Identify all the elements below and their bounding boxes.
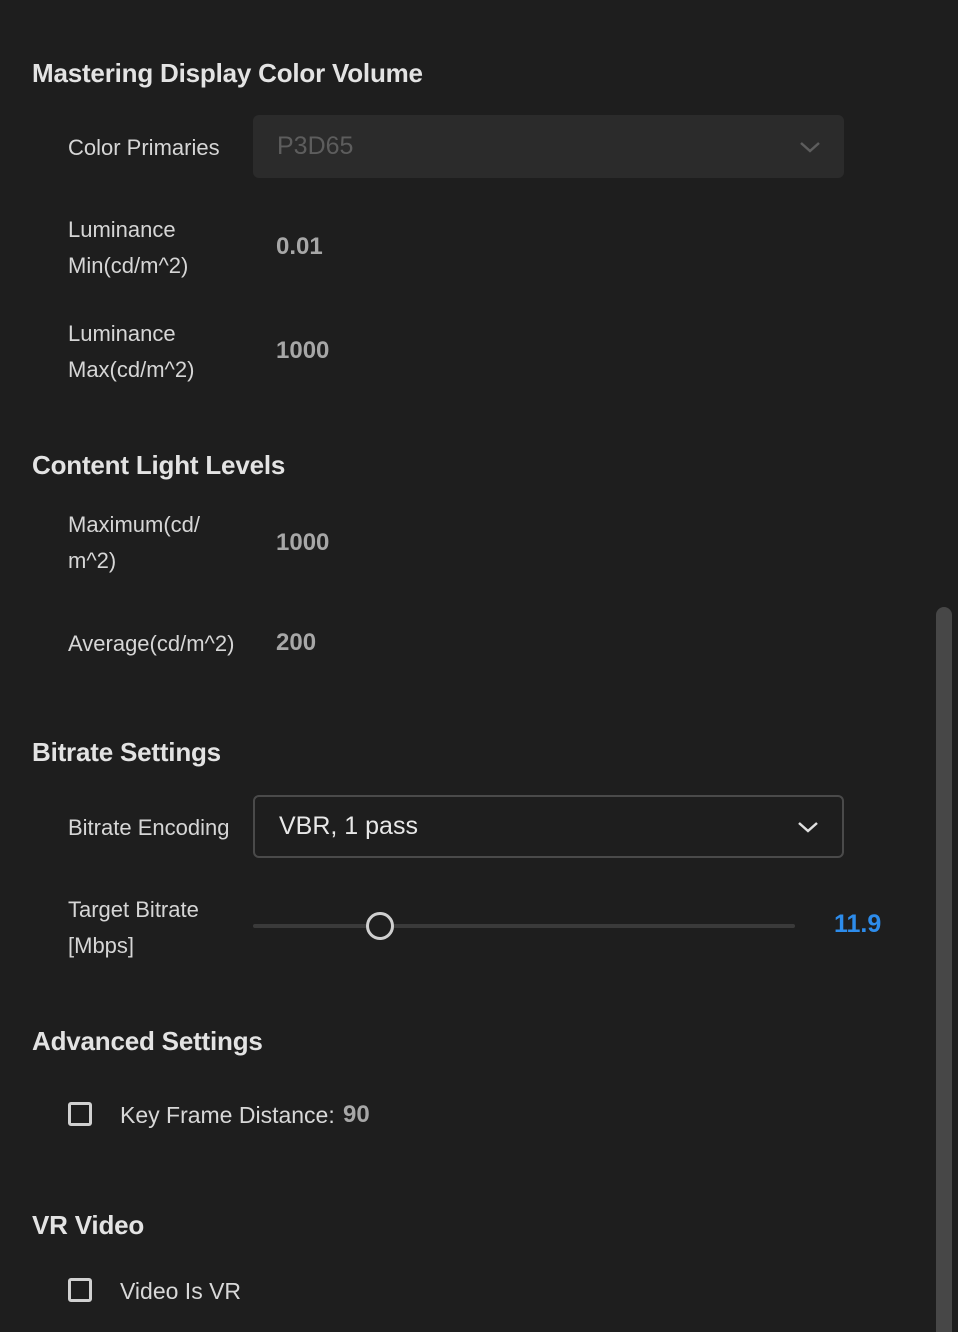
maximum-label-line1: Maximum(cd/	[68, 512, 201, 537]
keyframe-distance-checkbox[interactable]	[68, 1102, 92, 1126]
target-bitrate-label-line1: Target Bitrate	[68, 897, 199, 922]
section-title-advanced: Advanced Settings	[32, 1026, 263, 1056]
maximum-label: Maximum(cd/ m^2)	[68, 507, 248, 579]
maximum-label-line2: m^2)	[68, 548, 117, 573]
keyframe-distance-value[interactable]: 90	[343, 1101, 370, 1129]
target-bitrate-value[interactable]: 11.9	[834, 910, 881, 939]
video-is-vr-checkbox[interactable]	[68, 1278, 92, 1302]
luminance-min-label: Luminance Min(cd/m^2)	[68, 212, 248, 284]
section-title-mastering: Mastering Display Color Volume	[32, 58, 423, 88]
color-primaries-dropdown[interactable]: P3D65	[253, 115, 844, 178]
bitrate-encoding-label: Bitrate Encoding	[68, 815, 230, 840]
luminance-max-label-line1: Luminance	[68, 321, 176, 346]
video-is-vr-label: Video Is VR	[120, 1278, 242, 1304]
target-bitrate-slider-thumb[interactable]	[366, 912, 395, 940]
luminance-max-value[interactable]: 1000	[276, 337, 329, 365]
target-bitrate-label: Target Bitrate [Mbps]	[68, 892, 248, 964]
chevron-down-icon	[800, 141, 820, 153]
bitrate-encoding-dropdown[interactable]: VBR, 1 pass	[253, 795, 844, 858]
luminance-max-label: Luminance Max(cd/m^2)	[68, 316, 248, 388]
scrollbar[interactable]	[936, 607, 952, 1332]
section-title-content-light: Content Light Levels	[32, 450, 286, 480]
section-title-vr: VR Video	[32, 1210, 145, 1240]
average-value[interactable]: 200	[276, 629, 316, 657]
luminance-min-value[interactable]: 0.01	[276, 233, 323, 261]
bitrate-encoding-value: VBR, 1 pass	[279, 812, 418, 840]
luminance-min-label-line1: Luminance	[68, 217, 176, 242]
section-title-bitrate: Bitrate Settings	[32, 737, 221, 767]
keyframe-distance-label: Key Frame Distance:	[120, 1102, 335, 1128]
average-label: Average(cd/m^2)	[68, 631, 235, 656]
color-primaries-value: P3D65	[277, 132, 354, 160]
chevron-down-icon	[798, 821, 818, 833]
luminance-min-label-line2: Min(cd/m^2)	[68, 253, 189, 278]
luminance-max-label-line2: Max(cd/m^2)	[68, 357, 195, 382]
target-bitrate-label-line2: [Mbps]	[68, 933, 135, 958]
color-primaries-label: Color Primaries	[68, 135, 220, 160]
target-bitrate-slider-track[interactable]	[253, 924, 795, 928]
maximum-value[interactable]: 1000	[276, 529, 329, 557]
